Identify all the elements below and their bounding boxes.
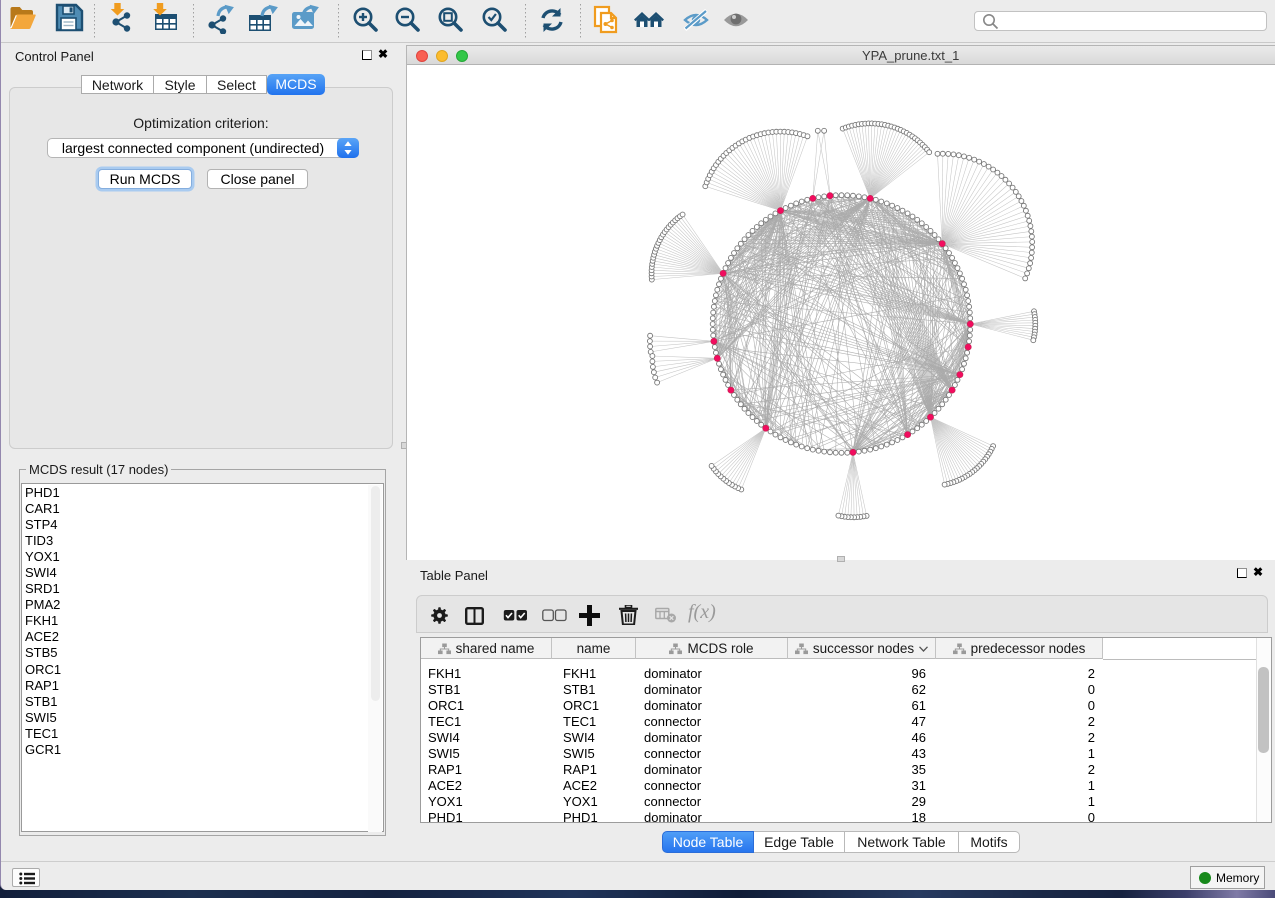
svg-text:f(x): f(x) (688, 602, 716, 623)
